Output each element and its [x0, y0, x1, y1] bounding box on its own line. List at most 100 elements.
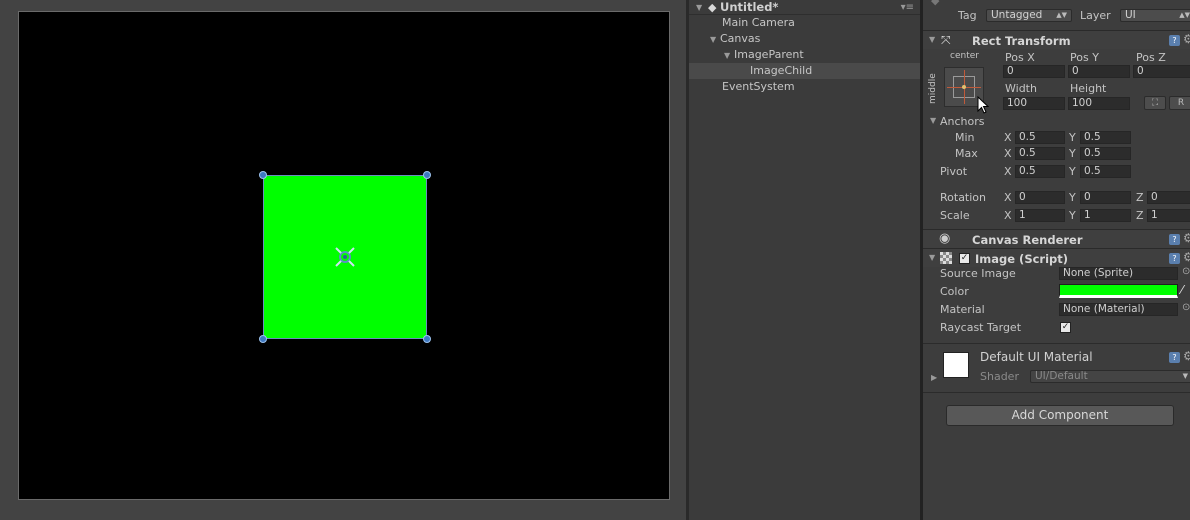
- image-script-header[interactable]: ▼ ✓ Image (Script) ? ⚙: [923, 248, 1190, 267]
- canvas-fold-icon[interactable]: ▼: [710, 32, 720, 48]
- scale-z-label: Z: [1136, 209, 1144, 222]
- source-image-field[interactable]: None (Sprite): [1059, 267, 1178, 280]
- pivot-icon[interactable]: [332, 244, 358, 270]
- hierarchy-item-label: EventSystem: [722, 80, 795, 93]
- hierarchy-item-label: Canvas: [720, 32, 761, 45]
- rect-transform-icon: ⤧: [941, 33, 951, 47]
- image-enabled-checkbox[interactable]: ✓: [959, 253, 970, 264]
- posz-label: Pos Z: [1136, 51, 1166, 64]
- handle-top-left[interactable]: [259, 171, 267, 179]
- handle-bottom-left[interactable]: [259, 335, 267, 343]
- help-icon[interactable]: ?: [1169, 234, 1180, 245]
- width-label: Width: [1005, 82, 1037, 95]
- image-script-title: Image (Script): [975, 252, 1069, 266]
- shader-dropdown[interactable]: UI/Default ▼: [1030, 370, 1190, 383]
- divider: [923, 392, 1190, 393]
- gear-icon[interactable]: ⚙: [1183, 250, 1190, 264]
- canvas-renderer-title: Canvas Renderer: [972, 233, 1083, 247]
- preset-h-label: center: [950, 51, 979, 61]
- posy-field[interactable]: 0: [1068, 65, 1130, 78]
- raw-edit-button[interactable]: R: [1169, 96, 1190, 110]
- hierarchy-item-label: ImageChild: [750, 64, 813, 77]
- blueprint-mode-button[interactable]: ⛶: [1144, 96, 1166, 110]
- raycast-target-checkbox[interactable]: ✓: [1060, 322, 1071, 333]
- posx-field[interactable]: 0: [1003, 65, 1065, 78]
- inspector-panel: ◆ Tag Untagged ▲▼ Layer UI ▲▼ ▼ ⤧ Rect Tra…: [920, 0, 1190, 520]
- anchor-max-x-field[interactable]: 0.5: [1015, 147, 1065, 160]
- hierarchy-item-canvas[interactable]: ▼ Canvas: [689, 31, 920, 47]
- hierarchy-item-imagechild[interactable]: ImageChild: [689, 63, 920, 79]
- scale-x-field[interactable]: 1: [1015, 209, 1065, 222]
- posz-field[interactable]: 0: [1133, 65, 1190, 78]
- anchor-max-y-field[interactable]: 0.5: [1080, 147, 1131, 160]
- scene-view: [0, 0, 686, 520]
- tag-dropdown[interactable]: Untagged ▲▼: [986, 9, 1072, 22]
- add-component-button[interactable]: Add Component: [946, 405, 1174, 426]
- scene-fold-icon[interactable]: ▼: [696, 3, 708, 12]
- rotation-y-field[interactable]: 0: [1080, 191, 1131, 204]
- help-icon[interactable]: ?: [1169, 35, 1180, 46]
- width-field[interactable]: 100: [1003, 97, 1065, 110]
- pivot-y-label: Y: [1069, 165, 1076, 178]
- pivot-x-label: X: [1004, 165, 1012, 178]
- object-icon: ◆: [931, 0, 940, 7]
- hierarchy-item-imageparent[interactable]: ▼ ImageParent: [689, 47, 920, 63]
- anchors-fold-icon[interactable]: ▼: [930, 116, 936, 125]
- max-label: Max: [955, 147, 978, 160]
- image-fold-icon[interactable]: ▼: [929, 253, 935, 262]
- anchor-min-y-field[interactable]: 0.5: [1080, 131, 1131, 144]
- pivot-y-field[interactable]: 0.5: [1080, 165, 1131, 178]
- help-icon[interactable]: ?: [1169, 253, 1180, 264]
- gear-icon[interactable]: ⚙: [1183, 231, 1190, 245]
- anchor-min-x-field[interactable]: 0.5: [1015, 131, 1065, 144]
- imageparent-fold-icon[interactable]: ▼: [724, 48, 734, 64]
- min-y-label: Y: [1069, 131, 1076, 144]
- source-image-picker-icon[interactable]: ⊙: [1182, 266, 1190, 277]
- shader-label: Shader: [980, 370, 1019, 383]
- max-y-label: Y: [1069, 147, 1076, 160]
- height-field[interactable]: 100: [1068, 97, 1130, 110]
- handle-top-right[interactable]: [423, 171, 431, 179]
- hierarchy-item-label: Main Camera: [722, 16, 795, 29]
- layer-label: Layer: [1080, 9, 1111, 22]
- help-icon[interactable]: ?: [1169, 352, 1180, 363]
- gear-icon[interactable]: ⚙: [1183, 349, 1190, 363]
- pivot-label: Pivot: [940, 165, 968, 178]
- scale-z-field[interactable]: 1: [1147, 209, 1190, 222]
- posx-label: Pos X: [1005, 51, 1035, 64]
- material-thumbnail[interactable]: [943, 352, 969, 378]
- raycast-target-label: Raycast Target: [940, 321, 1022, 334]
- scale-x-label: X: [1004, 209, 1012, 222]
- layer-value: UI: [1125, 9, 1136, 21]
- handle-bottom-right[interactable]: [423, 335, 431, 343]
- hierarchy-item-eventsystem[interactable]: EventSystem: [689, 79, 920, 95]
- game-viewport[interactable]: [18, 11, 670, 500]
- pivot-x-field[interactable]: 0.5: [1015, 165, 1065, 178]
- rotation-x-field[interactable]: 0: [1015, 191, 1065, 204]
- layer-dropdown[interactable]: UI ▲▼: [1120, 9, 1190, 22]
- gear-icon[interactable]: ⚙: [1183, 32, 1190, 46]
- color-label: Color: [940, 285, 969, 298]
- rot-y-label: Y: [1069, 191, 1076, 204]
- shader-arrow-icon: ▼: [1182, 372, 1188, 380]
- material-picker-icon[interactable]: ⊙: [1182, 302, 1190, 313]
- min-x-label: X: [1004, 131, 1012, 144]
- rot-z-label: Z: [1136, 191, 1144, 204]
- eyedropper-icon[interactable]: ⁄: [1181, 283, 1183, 297]
- layer-arrow-icon: ▲▼: [1179, 11, 1190, 19]
- rect-transform-fold-icon[interactable]: ▼: [929, 35, 935, 44]
- scale-label: Scale: [940, 209, 970, 222]
- scene-row[interactable]: ▼ ◆ Untitled* ▾≡: [689, 0, 920, 15]
- height-label: Height: [1070, 82, 1107, 95]
- material-field[interactable]: None (Material): [1059, 303, 1178, 316]
- material-fold-icon[interactable]: ▶: [931, 373, 937, 382]
- rotation-z-field[interactable]: 0: [1147, 191, 1190, 204]
- rect-transform-header[interactable]: ▼ ⤧ Rect Transform ? ⚙: [923, 30, 1190, 49]
- scale-y-field[interactable]: 1: [1080, 209, 1131, 222]
- hierarchy-item-main-camera[interactable]: Main Camera: [689, 15, 920, 31]
- unity-scene-icon: ◆: [708, 0, 717, 14]
- hierarchy-menu-icon[interactable]: ▾≡: [901, 2, 914, 13]
- color-swatch[interactable]: [1059, 284, 1178, 298]
- image-child-rect[interactable]: [259, 171, 431, 343]
- canvas-renderer-header[interactable]: ◉ Canvas Renderer ? ⚙: [923, 229, 1190, 248]
